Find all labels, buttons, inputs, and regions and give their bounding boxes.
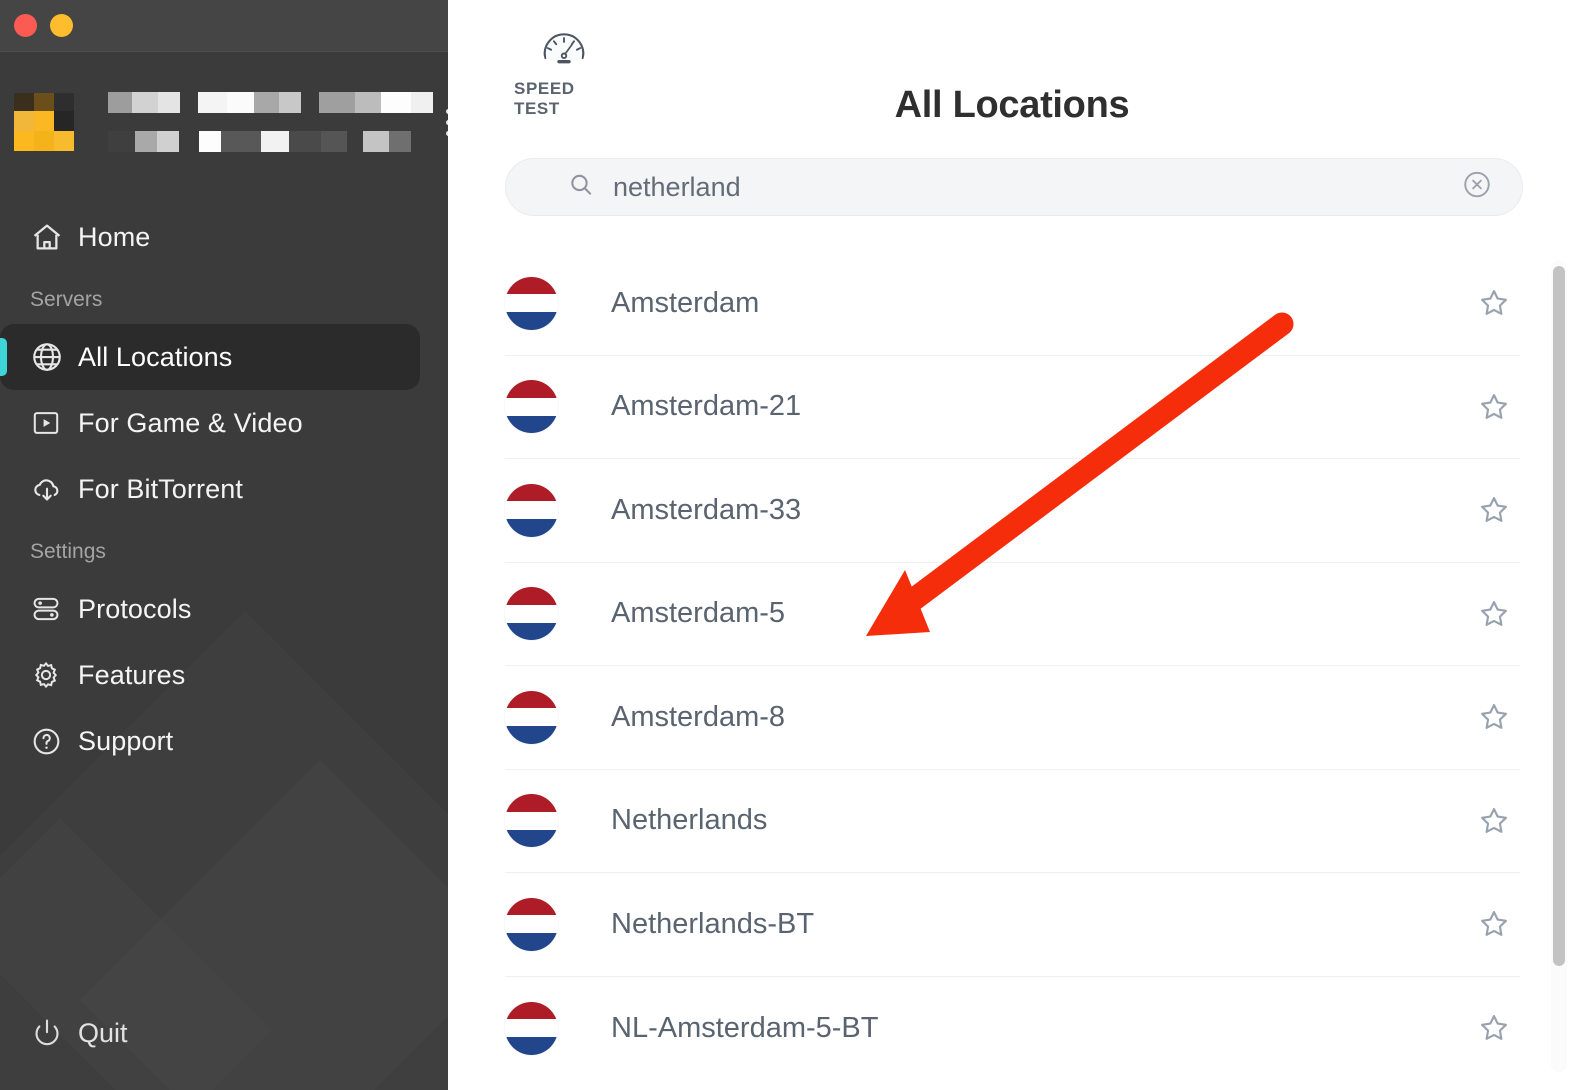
server-name: Amsterdam-8 xyxy=(611,700,786,733)
server-row[interactable]: Netherlands-BT xyxy=(505,873,1520,977)
kebab-menu-icon[interactable] xyxy=(433,100,448,144)
sidebar-item-label: Support xyxy=(78,725,174,756)
sidebar-item-features[interactable]: Features xyxy=(0,642,420,708)
server-row[interactable]: Amsterdam-21 xyxy=(505,356,1520,459)
search-bar[interactable] xyxy=(505,158,1523,216)
netherlands-flag-icon xyxy=(505,794,558,848)
question-circle-icon xyxy=(30,725,72,758)
search-icon xyxy=(568,172,594,203)
sidebar-section-settings: Settings xyxy=(30,540,106,563)
sidebar-item-label: Home xyxy=(78,221,151,252)
server-name: NL-Amsterdam-5-BT xyxy=(611,1011,879,1044)
server-list[interactable]: Amsterdam Amsterdam-21 Amsterdam-33 Amsterd… xyxy=(448,252,1576,1090)
gear-icon xyxy=(30,659,72,691)
server-name: Amsterdam-33 xyxy=(611,493,802,526)
app-window: Home Servers All Locations For Game & Vi… xyxy=(0,0,1576,1090)
background-watermark xyxy=(80,760,448,1090)
server-name: Amsterdam-5 xyxy=(611,597,786,630)
sidebar-item-for-bittorrent[interactable]: For BitTorrent xyxy=(0,456,420,522)
sidebar-item-label: All Locations xyxy=(78,341,233,372)
netherlands-flag-icon xyxy=(505,690,558,744)
netherlands-flag-icon xyxy=(505,276,558,330)
netherlands-flag-icon xyxy=(505,587,558,641)
server-row[interactable]: Amsterdam-8 xyxy=(505,666,1520,770)
quit-button[interactable]: Quit xyxy=(0,1006,128,1060)
title-bar xyxy=(0,0,448,52)
power-icon xyxy=(30,1016,72,1050)
avatar xyxy=(14,93,74,151)
star-outline-icon[interactable] xyxy=(1472,488,1516,532)
account-name-redacted xyxy=(108,92,433,114)
server-name: Amsterdam xyxy=(611,286,760,319)
sidebar-item-label: For BitTorrent xyxy=(78,473,243,504)
main-panel: SPEED TEST All Locations Am xyxy=(448,0,1576,1090)
sidebar-item-label: For Game & Video xyxy=(78,407,303,438)
star-outline-icon[interactable] xyxy=(1472,902,1516,946)
page-title: All Locations xyxy=(894,84,1130,126)
sidebar-item-support[interactable]: Support xyxy=(0,708,420,774)
netherlands-flag-icon xyxy=(505,1001,558,1055)
server-name: Amsterdam-21 xyxy=(611,390,802,423)
sidebar-item-all-locations[interactable]: All Locations xyxy=(0,324,420,390)
sidebar-item-home[interactable]: Home xyxy=(0,204,420,270)
star-outline-icon[interactable] xyxy=(1472,592,1516,636)
sidebar: Home Servers All Locations For Game & Vi… xyxy=(0,0,448,1090)
netherlands-flag-icon xyxy=(505,897,558,951)
netherlands-flag-icon xyxy=(505,380,558,434)
sidebar-nav: Home Servers All Locations For Game & Vi… xyxy=(0,192,448,774)
account-email-redacted xyxy=(108,131,433,153)
star-outline-icon[interactable] xyxy=(1472,281,1516,325)
quit-label: Quit xyxy=(78,1017,128,1048)
play-square-icon xyxy=(30,407,72,439)
netherlands-flag-icon xyxy=(505,483,558,537)
sidebar-item-protocols[interactable]: Protocols xyxy=(0,576,420,642)
globe-icon xyxy=(30,340,72,374)
close-window-button[interactable] xyxy=(14,14,37,37)
sidebar-item-label: Features xyxy=(78,659,186,690)
cloud-download-icon xyxy=(30,472,72,506)
main-header: SPEED TEST All Locations xyxy=(448,0,1576,158)
list-scrollbar[interactable] xyxy=(1551,260,1567,1072)
account-header[interactable] xyxy=(0,52,448,192)
server-row[interactable]: Amsterdam-33 xyxy=(505,459,1520,563)
scrollbar-thumb[interactable] xyxy=(1553,266,1565,966)
star-outline-icon[interactable] xyxy=(1472,799,1516,843)
clear-search-icon[interactable] xyxy=(1462,170,1492,205)
account-identity xyxy=(108,92,433,153)
home-icon xyxy=(30,220,72,254)
sidebar-item-for-game-and-video[interactable]: For Game & Video xyxy=(0,390,420,456)
star-outline-icon[interactable] xyxy=(1472,1006,1516,1050)
minimize-window-button[interactable] xyxy=(50,14,73,37)
sidebar-section-servers: Servers xyxy=(30,288,103,311)
protocols-icon xyxy=(30,593,72,625)
server-row[interactable]: NL-Amsterdam-5-BT xyxy=(505,977,1520,1081)
speedometer-icon xyxy=(536,18,592,75)
star-outline-icon[interactable] xyxy=(1472,695,1516,739)
server-row[interactable]: Amsterdam xyxy=(505,252,1520,356)
server-row[interactable]: Netherlands xyxy=(505,770,1520,873)
server-name: Netherlands xyxy=(611,804,768,837)
search-input[interactable] xyxy=(568,171,1496,203)
server-name: Netherlands-BT xyxy=(611,907,815,940)
star-outline-icon[interactable] xyxy=(1472,385,1516,429)
sidebar-item-label: Protocols xyxy=(78,593,192,624)
server-row[interactable]: Amsterdam-5 xyxy=(505,563,1520,666)
